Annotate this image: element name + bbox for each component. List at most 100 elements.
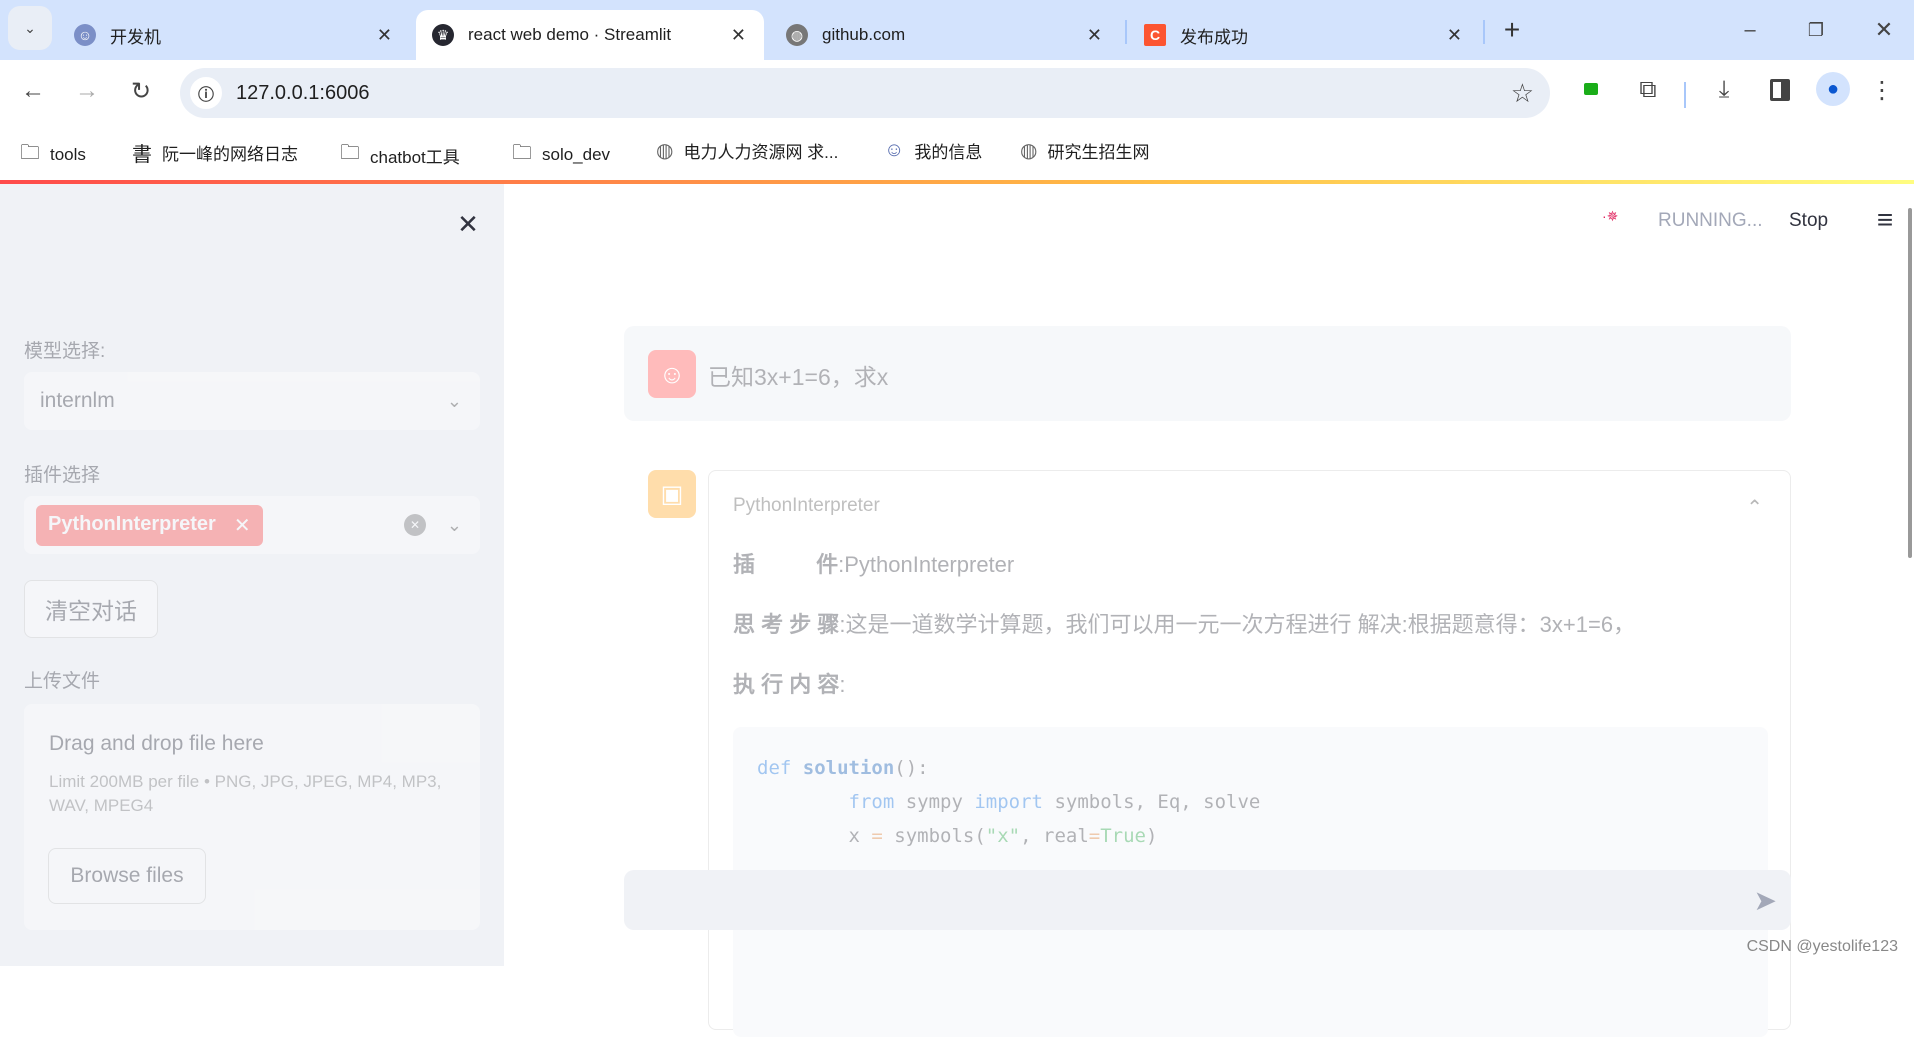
model-value: internlm — [40, 389, 115, 412]
hamburger-menu-icon[interactable]: ≡ — [1868, 204, 1902, 236]
bookmark-label: solo_dev — [542, 145, 611, 164]
thought-line: 思 考 步 骤:这是一道数学计算题，我们可以用一元一次方程进行 解决:根据题意得… — [733, 607, 1635, 639]
code-token: "x" — [985, 825, 1021, 847]
model-select[interactable]: internlm ⌄ — [24, 372, 480, 430]
bookmark-yz[interactable]: ◍ 研究生招生网 — [1020, 138, 1149, 163]
bookmark-chatbot[interactable]: 🗀 chatbot工具 — [340, 138, 460, 172]
user-avatar-icon: ☺ — [648, 350, 696, 398]
file-dropzone[interactable]: Drag and drop file here Limit 200MB per … — [24, 704, 480, 930]
code-token: True — [1100, 825, 1146, 847]
bookmark-power-hr[interactable]: ◍ 电力人力资源网 求... — [656, 138, 838, 163]
tab-2[interactable]: ◍ github.com ✕ — [770, 10, 1120, 60]
code-token: symbols, Eq, solve — [1054, 791, 1261, 813]
browser-toolbar: ← → ↻ ⓘ 127.0.0.1:6006 ☆ ⧉ ⤓ ● ⋮ — [0, 60, 1914, 122]
chevron-up-icon: ⌃ — [1746, 497, 1763, 519]
calligraphy-favicon-icon: 書 — [132, 144, 152, 166]
bookmark-star-icon[interactable]: ☆ — [1511, 78, 1534, 109]
assistant-avatar-icon: ▣ — [648, 470, 696, 518]
bookmark-label: chatbot工具 — [370, 147, 460, 167]
clear-all-icon[interactable]: ✕ — [404, 514, 426, 536]
close-tab-icon[interactable]: ✕ — [1087, 25, 1102, 46]
running-status: RUNNING... — [1658, 210, 1763, 231]
close-tab-icon[interactable]: ✕ — [377, 25, 392, 46]
globe-icon: ◍ — [1020, 140, 1038, 162]
main-area: ·✵ RUNNING... Stop ≡ ☺ 已知3x+1=6，求x ▣ Pyt… — [504, 184, 1914, 1037]
watermark: CSDN @yestolife123 — [1746, 938, 1898, 955]
code-line: x = symbols("x", real=True) — [757, 819, 1744, 853]
vertical-scrollbar[interactable] — [1908, 208, 1912, 558]
profile-avatar-icon[interactable]: ● — [1816, 72, 1850, 106]
plugin-value: :PythonInterpreter — [838, 552, 1015, 577]
plugin-tag[interactable]: PythonInterpreter ✕ — [36, 504, 263, 546]
restore-button[interactable]: ❐ — [1796, 14, 1836, 46]
running-spinner-icon: ·✵ — [1602, 208, 1619, 224]
side-panel-icon[interactable] — [1762, 72, 1798, 108]
extension-chat-icon[interactable] — [1580, 78, 1602, 100]
url-text[interactable]: 127.0.0.1:6006 — [236, 82, 369, 105]
tab-title: react web demo · Streamlit — [468, 25, 672, 44]
browse-files-button[interactable]: Browse files — [48, 848, 206, 904]
thought-value: :这是一道数学计算题，我们可以用一元一次方程进行 解决:根据题意得：3x+1=6… — [839, 612, 1636, 637]
clear-chat-button[interactable]: 清空对话 — [24, 580, 158, 638]
streamlit-crown-favicon-icon: ♛ — [432, 24, 454, 46]
stop-button[interactable]: Stop — [1789, 210, 1828, 232]
remove-tag-icon[interactable]: ✕ — [234, 513, 251, 538]
download-icon[interactable]: ⤓ — [1706, 72, 1742, 108]
bookmark-tools[interactable]: 🗀 tools — [20, 138, 86, 172]
code-token: from — [757, 791, 906, 813]
close-window-button[interactable]: ✕ — [1864, 14, 1904, 46]
avatar-favicon-icon: ☺ — [884, 139, 905, 161]
address-bar[interactable]: ⓘ 127.0.0.1:6006 ☆ — [180, 68, 1550, 118]
code-token: def — [757, 757, 803, 779]
bookmark-label: 电力人力资源网 求... — [683, 143, 839, 162]
folder-icon: 🗀 — [20, 142, 40, 164]
code-token: = — [871, 825, 895, 847]
thought-key: 思 考 步 骤 — [733, 612, 840, 637]
extensions-puzzle-icon[interactable]: ⧉ — [1630, 72, 1666, 108]
model-label: 模型选择: — [24, 341, 106, 362]
tab-title: github.com — [822, 25, 906, 44]
bookmark-solo-dev[interactable]: 🗀 solo_dev — [512, 138, 610, 172]
tab-title: 发布成功 — [1180, 27, 1248, 47]
reload-button[interactable]: ↻ — [124, 74, 158, 108]
code-line: def solution(): — [757, 751, 1744, 785]
close-tab-icon[interactable]: ✕ — [1447, 25, 1462, 46]
exec-line: 执 行 内 容: — [733, 667, 845, 699]
csdn-favicon-icon: C — [1144, 24, 1166, 46]
site-info-icon[interactable]: ⓘ — [190, 77, 222, 109]
tab-0[interactable]: ☺ 开发机 ✕ — [58, 10, 410, 60]
globe-icon: ◍ — [656, 140, 674, 162]
tab-bar: ⌄ ☺ 开发机 ✕ ♛ react web demo · Streamlit ✕… — [0, 0, 1914, 60]
forward-button[interactable]: → — [70, 74, 104, 108]
bookmark-label: 我的信息 — [914, 143, 983, 162]
close-sidebar-button[interactable]: ✕ — [450, 206, 486, 242]
back-button[interactable]: ← — [16, 74, 50, 108]
plugin-label: 插件选择 — [24, 465, 101, 486]
menu-kebab-icon[interactable]: ⋮ — [1870, 72, 1894, 108]
plugin-multiselect[interactable]: PythonInterpreter ✕ ✕ ⌄ — [24, 496, 480, 554]
tab-separator — [1483, 20, 1485, 44]
tab-search-button[interactable]: ⌄ — [8, 6, 52, 50]
tab-3[interactable]: C 发布成功 ✕ — [1128, 10, 1480, 60]
code-token: ) — [1145, 825, 1158, 847]
chevron-down-icon: ⌄ — [446, 514, 462, 535]
code-token: x — [757, 825, 872, 847]
new-tab-button[interactable]: + — [1496, 14, 1528, 46]
chevron-down-icon: ⌄ — [446, 390, 462, 411]
bookmark-my-info[interactable]: ☺ 我的信息 — [884, 138, 982, 163]
close-tab-icon[interactable]: ✕ — [731, 25, 746, 46]
minimize-button[interactable]: – — [1730, 14, 1770, 46]
exec-value: : — [839, 672, 846, 697]
tab-1[interactable]: ♛ react web demo · Streamlit ✕ — [416, 10, 764, 60]
bookmark-label: 阮一峰的网络日志 — [162, 145, 298, 164]
bookmark-ruanyifeng[interactable]: 書阮一峰的网络日志 — [132, 138, 298, 167]
code-line: from sympy import symbols, Eq, solve — [757, 785, 1744, 819]
send-icon[interactable]: ➤ — [1754, 884, 1777, 917]
sidebar: ✕ 模型选择: internlm ⌄ 插件选择 PythonInterprete… — [0, 184, 504, 966]
code-token: (): — [894, 757, 929, 779]
chat-input[interactable]: ➤ — [624, 870, 1791, 930]
tab-title: 开发机 — [110, 27, 161, 47]
exec-key: 执 行 内 容 — [733, 672, 840, 697]
tab-separator — [1125, 20, 1127, 44]
expander-header[interactable]: PythonInterpreter ⌃ — [733, 495, 1763, 525]
